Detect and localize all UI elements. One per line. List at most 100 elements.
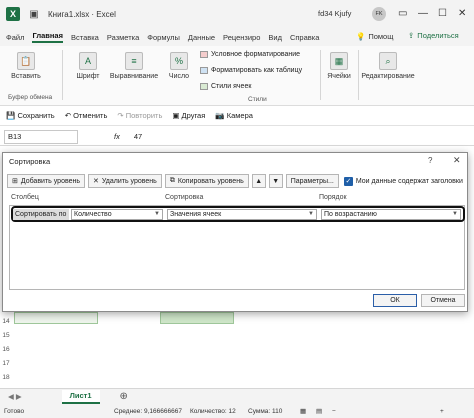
cell-styles-button[interactable]: Стили ячеек — [200, 83, 251, 90]
close-icon[interactable]: ✕ — [453, 155, 461, 166]
zoom-out-icon[interactable]: − — [332, 408, 336, 415]
fx-icon[interactable]: fx — [114, 132, 120, 141]
move-up-button[interactable]: ▲ — [251, 174, 266, 188]
headers-checkbox[interactable]: ✓ Мои данные содержат заголовки — [343, 176, 463, 186]
divider — [62, 50, 63, 100]
save-label: Сохранить — [17, 111, 55, 120]
sort-levels-list: Сортировать по Количество ▼ Значения яче… — [9, 205, 465, 290]
add-sheet-icon[interactable]: ⊕ — [120, 391, 128, 402]
table-cell[interactable] — [14, 312, 98, 324]
search-box[interactable]: 💡 Помощ — [356, 32, 393, 41]
ribbon-tabs: Файл Главная Вставка Разметка Формулы Да… — [0, 28, 474, 46]
formula-input[interactable]: 47 — [134, 132, 142, 141]
font-label: Шрифт — [76, 73, 100, 80]
delete-level-label: Удалить уровень — [101, 177, 157, 185]
formula-bar: B13 fx 47 — [0, 128, 474, 146]
plus-icon: ⊞ — [12, 178, 18, 185]
minimize-icon[interactable]: — — [418, 8, 428, 19]
tab-insert[interactable]: Вставка — [71, 33, 99, 42]
sheet-nav-icon[interactable]: ◀ ▶ — [8, 392, 22, 401]
cell-styles-label: Стили ячеек — [211, 83, 252, 90]
share-button[interactable]: ⇪ Поделиться — [408, 31, 459, 40]
delete-level-button[interactable]: ✕ Удалить уровень — [88, 174, 162, 188]
alignment-label: Выравнивание — [109, 73, 159, 80]
format-as-table-button[interactable]: Форматировать как таблицу — [200, 67, 302, 74]
zoom-in-icon[interactable]: + — [440, 408, 444, 415]
tab-home[interactable]: Главная — [32, 31, 63, 43]
alignment-icon: ≡ — [125, 52, 143, 70]
excel-logo-icon: X — [6, 7, 20, 21]
tab-review[interactable]: Рецензиро — [223, 33, 260, 42]
column-header-sort: Сортировка — [165, 194, 204, 201]
editing-label: Редактирование — [361, 73, 415, 80]
clipboard-icon: 📋 — [17, 52, 35, 70]
row-header[interactable]: 18 — [0, 374, 12, 381]
undo-label: Отменить — [73, 111, 108, 120]
other-button[interactable]: ▣ Другая — [172, 111, 205, 120]
add-level-button[interactable]: ⊞ Добавить уровень — [7, 174, 86, 188]
save-icon[interactable]: ▣ — [28, 8, 40, 20]
cells-label: Ячейки — [327, 73, 351, 80]
row-header[interactable]: 16 — [0, 346, 12, 353]
tab-layout[interactable]: Разметка — [107, 33, 139, 42]
sheet-tab[interactable]: Лист1 — [61, 389, 100, 404]
alignment-button[interactable]: ≡ Выравнивание — [104, 46, 164, 106]
tab-help[interactable]: Справка — [290, 33, 319, 42]
lightbulb-icon: 💡 — [356, 32, 366, 41]
tab-formulas[interactable]: Формулы — [147, 33, 180, 42]
sort-by-label: Сортировать по — [13, 209, 69, 220]
camera-button[interactable]: 📷 Камера — [215, 111, 253, 120]
search-label: Помощ — [368, 32, 394, 41]
ribbon-display-icon[interactable]: ▭ — [398, 8, 407, 19]
chevron-down-icon: ▼ — [154, 211, 160, 217]
format-as-table-label: Форматировать как таблицу — [211, 67, 303, 74]
title-bar: X ▣ Книга1.xlsx · Excel fd34 Kjufy FK ▭ … — [0, 0, 474, 28]
sort-dialog: Сортировка ? ✕ ⊞ Добавить уровень ✕ Удал… — [2, 152, 468, 312]
cancel-button[interactable]: Отмена — [421, 294, 465, 307]
chevron-down-icon: ▼ — [308, 211, 314, 217]
share-label: Поделиться — [417, 31, 459, 40]
editing-button[interactable]: ⌕ Редактирование — [358, 46, 418, 106]
order-select[interactable]: По возрастанию ▼ — [321, 209, 461, 220]
arrow-up-icon: ▲ — [255, 177, 263, 185]
close-icon[interactable]: ✕ — [458, 8, 466, 19]
copy-level-button[interactable]: ⧉ Копировать уровень — [164, 174, 249, 188]
order-select-value: По возрастанию — [324, 211, 377, 218]
column-select[interactable]: Количество ▼ — [71, 209, 163, 220]
column-headers: Столбец Сортировка Порядок — [11, 194, 461, 204]
save-button[interactable]: 💾 Сохранить — [6, 111, 55, 120]
number-button[interactable]: % Число — [164, 46, 194, 106]
window-title: Книга1.xlsx · Excel — [48, 9, 116, 19]
view-page-icon[interactable]: ▤ — [316, 407, 322, 415]
move-down-button[interactable]: ▼ — [268, 174, 283, 188]
highlighted-cell[interactable] — [160, 312, 234, 324]
font-button[interactable]: A Шрифт — [68, 46, 108, 106]
undo-button[interactable]: ↶ Отменить — [65, 111, 108, 120]
divider — [320, 50, 321, 100]
percent-icon: % — [170, 52, 188, 70]
number-label: Число — [168, 73, 190, 80]
sort-on-select[interactable]: Значения ячеек ▼ — [167, 209, 317, 220]
name-box[interactable]: B13 — [4, 129, 78, 144]
avatar[interactable]: FK — [372, 7, 386, 21]
row-header[interactable]: 15 — [0, 332, 12, 339]
sort-level-row[interactable]: Сортировать по Количество ▼ Значения яче… — [11, 206, 465, 222]
paste-label: Вставить — [11, 73, 41, 80]
table-icon — [200, 67, 208, 74]
redo-button[interactable]: ↷ Повторить — [117, 111, 162, 120]
view-normal-icon[interactable]: ▦ — [300, 407, 306, 415]
row-header[interactable]: 17 — [0, 360, 12, 367]
headers-checkbox-label: Мои данные содержат заголовки — [355, 177, 463, 185]
cells-button[interactable]: ▦ Ячейки — [322, 46, 356, 106]
ok-button[interactable]: ОК — [373, 294, 417, 307]
status-ready: Готово — [4, 407, 25, 415]
options-button[interactable]: Параметры... — [285, 174, 339, 188]
maximize-icon[interactable]: ☐ — [438, 8, 447, 19]
conditional-format-button[interactable]: Условное форматирование — [200, 51, 300, 58]
chevron-down-icon: ▼ — [452, 211, 458, 217]
tab-view[interactable]: Вид — [268, 33, 282, 42]
tab-file[interactable]: Файл — [6, 33, 24, 42]
help-icon[interactable]: ? — [428, 156, 432, 165]
tab-data[interactable]: Данные — [188, 33, 215, 42]
row-header[interactable]: 14 — [0, 318, 12, 325]
